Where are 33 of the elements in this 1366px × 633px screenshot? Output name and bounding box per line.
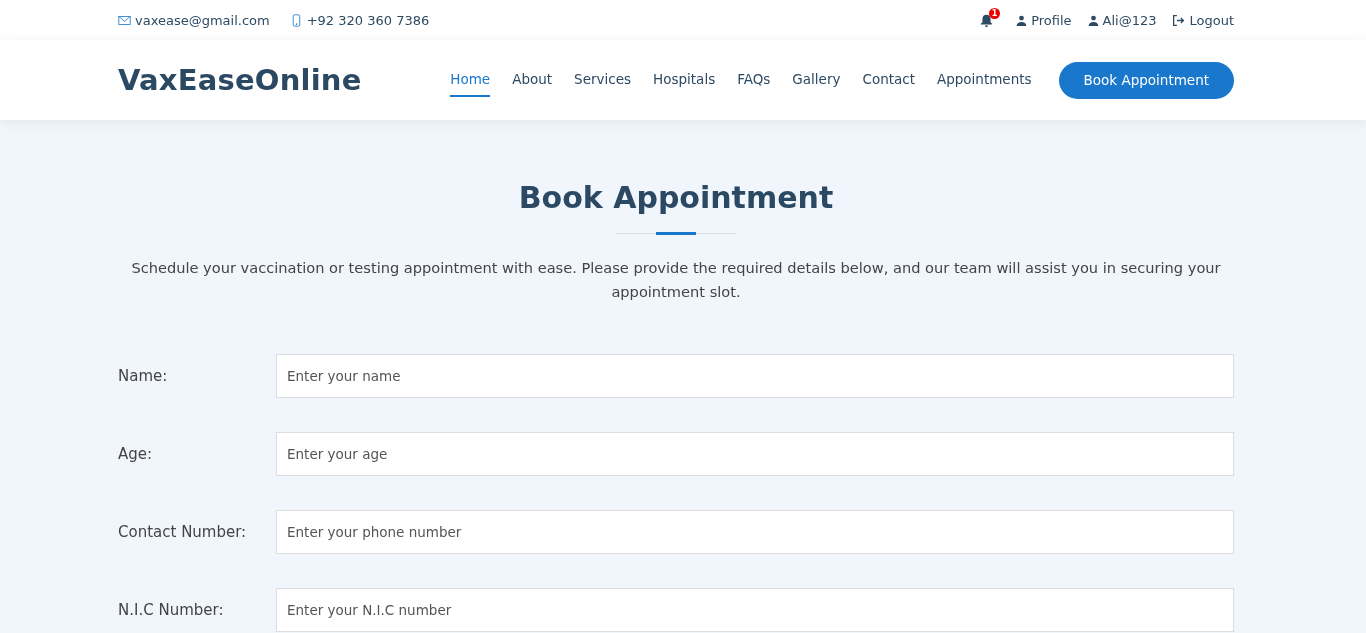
notification-count: 1	[989, 7, 1001, 19]
user-link[interactable]: Ali@123	[1087, 12, 1157, 28]
input-field[interactable]: Enter your N.I.C number	[276, 588, 1234, 632]
section-description: Schedule your vaccination or testing appointment with ease. Please provide the required details below, and our team will assist you in securing your appointment slot.	[130, 258, 1222, 302]
field-label: Name:	[118, 367, 169, 385]
nav-link[interactable]: Home	[450, 63, 491, 97]
notification-button[interactable]: 1	[980, 7, 1001, 27]
bell-icon	[980, 13, 994, 27]
input-field[interactable]: Enter your phone number	[276, 510, 1234, 554]
profile-link[interactable]: Profile	[1016, 12, 1072, 28]
envelope-icon	[118, 13, 131, 27]
logout-icon	[1172, 13, 1186, 27]
nav-link[interactable]: About	[512, 63, 553, 97]
input-field[interactable]: Enter your name	[276, 354, 1234, 398]
book-appointment-button[interactable]: Book Appointment	[1058, 61, 1234, 99]
person-icon	[1087, 14, 1099, 26]
person-icon	[1016, 14, 1028, 26]
nav-link[interactable]: FAQs	[737, 63, 771, 97]
field-label: N.I.C Number:	[118, 601, 225, 619]
nav-link[interactable]: Contact	[862, 63, 915, 97]
section-title: Book Appointment	[518, 180, 834, 215]
field-label: Age:	[118, 445, 154, 463]
nav-link[interactable]: Services	[574, 63, 632, 97]
title-underline	[656, 232, 696, 235]
field-label: Contact Number:	[118, 523, 248, 541]
site-logo: VaxEaseOnline	[118, 63, 362, 97]
logout-link[interactable]: Logout	[1172, 12, 1234, 28]
phone-number: +92 320 360 7386	[306, 12, 430, 28]
nav-link[interactable]: Hospitals	[653, 63, 716, 97]
nav-link[interactable]: Gallery	[792, 63, 841, 97]
email-address: vaxease@gmail.com	[135, 12, 270, 28]
input-field[interactable]: Enter your age	[276, 432, 1234, 476]
nav-link[interactable]: Appointments	[937, 63, 1032, 97]
